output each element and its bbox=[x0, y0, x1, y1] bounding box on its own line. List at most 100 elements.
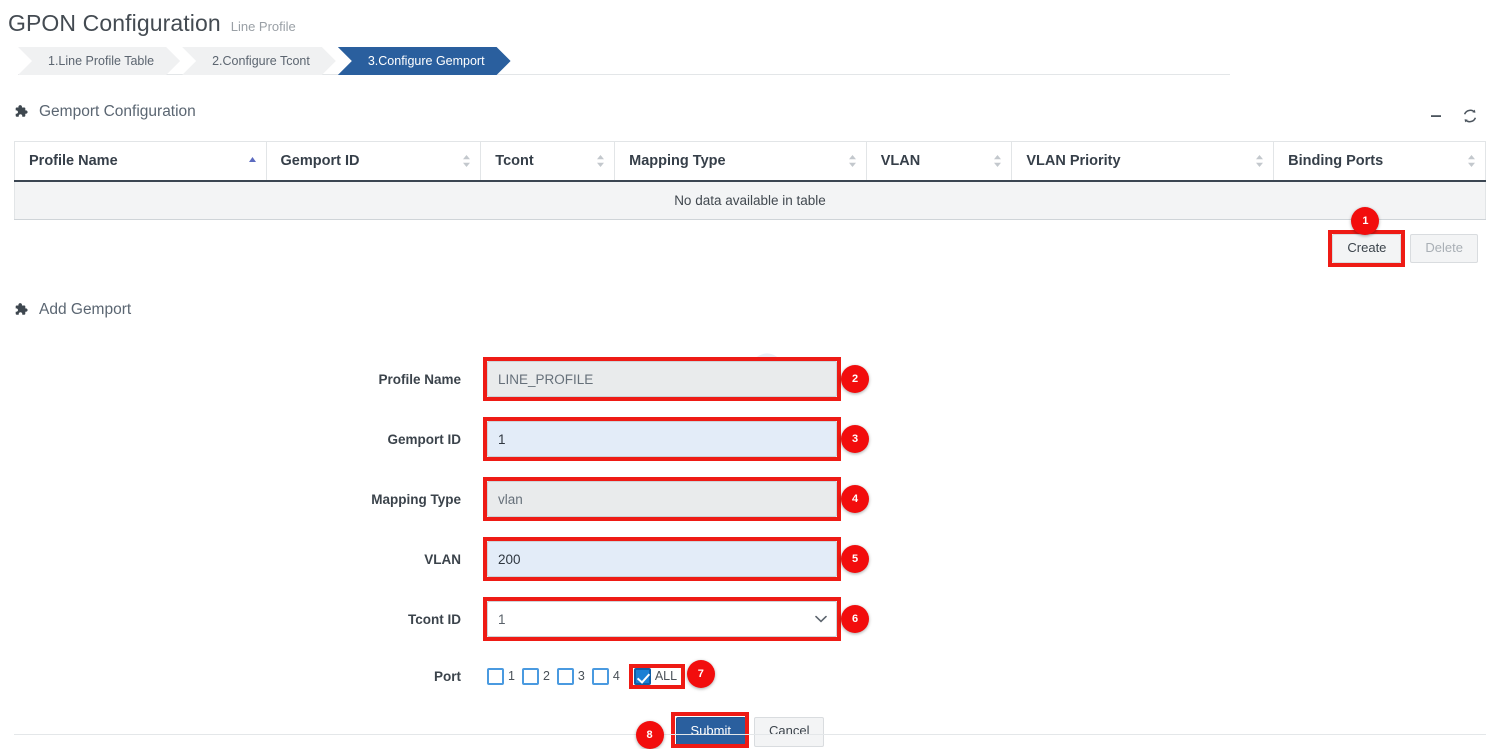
annotation-badge-1: 1 bbox=[1351, 207, 1379, 235]
submit-group: 8 Submit Cancel bbox=[676, 717, 825, 746]
stepper: 1.Line Profile Table 2.Configure Tcont 3… bbox=[18, 47, 1230, 75]
port-control: 1 2 3 4 ALL 7 bbox=[487, 664, 685, 689]
form-actions: 8 Submit Cancel bbox=[0, 717, 1500, 746]
port-2-checkbox[interactable] bbox=[522, 668, 539, 685]
vlan-label: VLAN bbox=[0, 552, 487, 567]
add-gemport-title: Add Gemport bbox=[39, 301, 131, 319]
col-mapping-type[interactable]: Mapping Type bbox=[615, 142, 867, 182]
profile-name-label: Profile Name bbox=[0, 372, 487, 387]
profile-name-input[interactable] bbox=[487, 361, 837, 397]
annotation-badge-4: 4 bbox=[841, 485, 869, 513]
mapping-type-input[interactable] bbox=[487, 481, 837, 517]
col-vlan-priority[interactable]: VLAN Priority bbox=[1012, 142, 1274, 182]
step-label: 2.Configure Tcont bbox=[212, 54, 310, 68]
col-label: Binding Ports bbox=[1288, 153, 1383, 169]
field-row-vlan: VLAN 5 bbox=[0, 541, 1500, 577]
port-option-all[interactable]: ALL 7 bbox=[629, 664, 685, 689]
sort-none-icon bbox=[1255, 154, 1264, 168]
bottom-divider bbox=[14, 734, 1486, 735]
port-label: Port bbox=[0, 669, 487, 684]
port-all-label: ALL bbox=[655, 669, 677, 683]
gemport-configuration-header: Gemport Configuration bbox=[14, 99, 1500, 125]
sort-none-icon bbox=[848, 154, 857, 168]
col-label: VLAN Priority bbox=[1026, 153, 1120, 169]
col-binding-ports[interactable]: Binding Ports bbox=[1274, 142, 1486, 182]
stepper-wrap: 1.Line Profile Table 2.Configure Tcont 3… bbox=[0, 47, 1500, 75]
port-option-1[interactable]: 1 bbox=[487, 668, 515, 685]
gemport-configuration-title: Gemport Configuration bbox=[39, 103, 196, 121]
table-header-row: Profile Name Gemport ID Tcont bbox=[15, 142, 1486, 182]
col-label: Tcont bbox=[495, 153, 533, 169]
step-configure-tcont[interactable]: 2.Configure Tcont bbox=[182, 47, 336, 75]
delete-button[interactable]: Delete bbox=[1410, 234, 1478, 263]
gemport-id-control: 3 bbox=[487, 421, 837, 457]
table-empty-message: No data available in table bbox=[15, 181, 1486, 220]
refresh-icon[interactable] bbox=[1462, 108, 1478, 124]
col-gemport-id[interactable]: Gemport ID bbox=[266, 142, 481, 182]
port-4-label: 4 bbox=[613, 669, 620, 683]
cancel-button[interactable]: Cancel bbox=[754, 717, 824, 746]
sort-none-icon bbox=[596, 154, 605, 168]
port-option-3[interactable]: 3 bbox=[557, 668, 585, 685]
field-row-tcont-id: Tcont ID 1 6 bbox=[0, 601, 1500, 637]
submit-button[interactable]: Submit bbox=[676, 717, 746, 746]
annotation-badge-5: 5 bbox=[841, 545, 869, 573]
annotation-badge-3: 3 bbox=[841, 425, 869, 453]
field-row-gemport-id: Gemport ID 3 bbox=[0, 421, 1500, 457]
vlan-control: 5 bbox=[487, 541, 837, 577]
profile-name-control: 2 bbox=[487, 361, 837, 397]
col-label: Profile Name bbox=[29, 153, 118, 169]
annotation-badge-8: 8 bbox=[636, 721, 664, 749]
tcont-id-label: Tcont ID bbox=[0, 612, 487, 627]
step-line-profile-table[interactable]: 1.Line Profile Table bbox=[18, 47, 180, 75]
table-empty-row: No data available in table bbox=[15, 181, 1486, 220]
field-row-mapping-type: Mapping Type 4 bbox=[0, 481, 1500, 517]
port-option-4[interactable]: 4 bbox=[592, 668, 620, 685]
step-configure-gemport[interactable]: 3.Configure Gemport bbox=[338, 47, 511, 75]
annotation-badge-7: 7 bbox=[687, 660, 715, 688]
col-vlan[interactable]: VLAN bbox=[866, 142, 1012, 182]
sort-none-icon bbox=[993, 154, 1002, 168]
col-tcont[interactable]: Tcont bbox=[481, 142, 615, 182]
port-3-label: 3 bbox=[578, 669, 585, 683]
sort-none-icon bbox=[1467, 154, 1476, 168]
port-1-checkbox[interactable] bbox=[487, 668, 504, 685]
gemport-id-label: Gemport ID bbox=[0, 432, 487, 447]
tcont-id-select[interactable]: 1 bbox=[487, 601, 837, 637]
page-subtitle: Line Profile bbox=[231, 19, 296, 34]
port-all-checkbox[interactable] bbox=[634, 668, 651, 685]
tcont-id-control: 1 6 bbox=[487, 601, 837, 637]
field-row-profile-name: Profile Name 2 bbox=[0, 361, 1500, 397]
port-3-checkbox[interactable] bbox=[557, 668, 574, 685]
create-button[interactable]: Create bbox=[1332, 234, 1401, 263]
port-4-checkbox[interactable] bbox=[592, 668, 609, 685]
col-label: Mapping Type bbox=[629, 153, 725, 169]
puzzle-piece-icon bbox=[14, 302, 30, 318]
add-gemport-form: Profile Name 2 Gemport ID 3 Mapping Type… bbox=[0, 361, 1500, 746]
gemport-id-input[interactable] bbox=[487, 421, 837, 457]
page-header: GPON Configuration Line Profile bbox=[0, 0, 1500, 37]
field-row-port: Port 1 2 3 4 bbox=[0, 661, 1500, 691]
col-profile-name[interactable]: Profile Name bbox=[15, 142, 267, 182]
port-1-label: 1 bbox=[508, 669, 515, 683]
annotation-badge-6: 6 bbox=[841, 605, 869, 633]
gemport-table-wrap: Profile Name Gemport ID Tcont bbox=[14, 141, 1486, 220]
sort-ascending-icon bbox=[248, 155, 257, 167]
minimize-icon[interactable] bbox=[1428, 108, 1444, 124]
table-actions: 1 Create Delete bbox=[0, 234, 1478, 263]
mapping-type-label: Mapping Type bbox=[0, 492, 487, 507]
mapping-type-control: 4 bbox=[487, 481, 837, 517]
col-label: VLAN bbox=[881, 153, 920, 169]
gemport-table: Profile Name Gemport ID Tcont bbox=[14, 141, 1486, 220]
add-gemport-header: Add Gemport bbox=[14, 297, 1500, 323]
port-checkbox-list: 1 2 3 4 ALL 7 bbox=[487, 664, 685, 689]
sort-none-icon bbox=[462, 154, 471, 168]
col-label: Gemport ID bbox=[281, 153, 360, 169]
step-label: 3.Configure Gemport bbox=[368, 54, 485, 68]
port-option-2[interactable]: 2 bbox=[522, 668, 550, 685]
annotation-badge-2: 2 bbox=[841, 365, 869, 393]
vlan-input[interactable] bbox=[487, 541, 837, 577]
step-label: 1.Line Profile Table bbox=[48, 54, 154, 68]
puzzle-piece-icon bbox=[14, 104, 30, 120]
port-2-label: 2 bbox=[543, 669, 550, 683]
